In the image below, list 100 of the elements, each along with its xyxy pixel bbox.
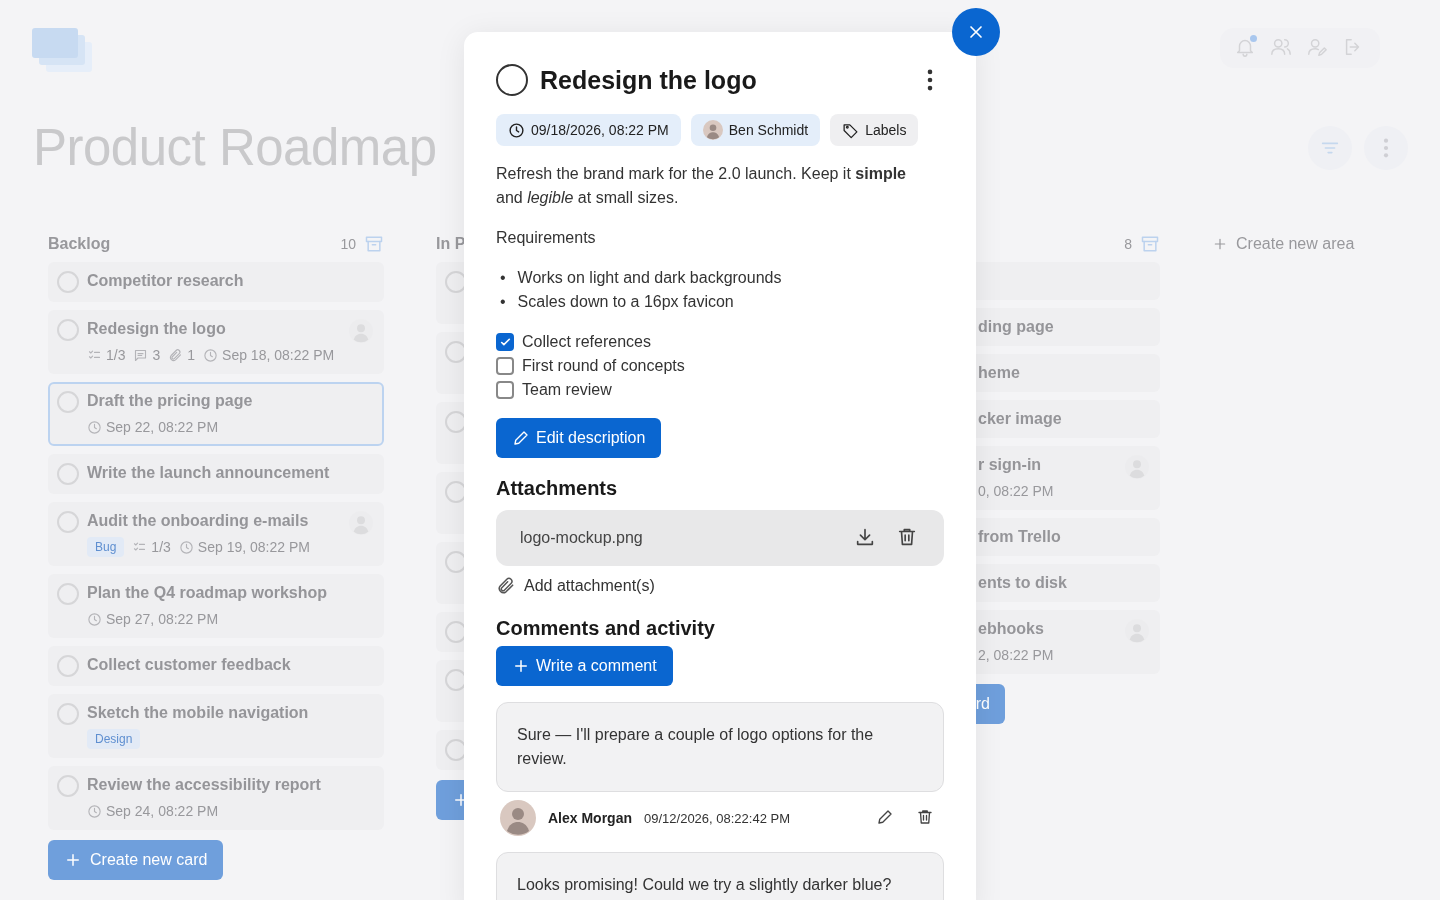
comment-text: Looks promising! Could we try a slightly darker blue? [496, 852, 944, 900]
description: Refresh the brand mark for the 2.0 launch. Keep it simple and legible at small sizes. [496, 164, 907, 208]
clock-icon [87, 611, 102, 627]
attachment-count: 1 [187, 346, 196, 365]
add-attachment-link[interactable]: Add attachment(s) [496, 574, 655, 598]
close-button[interactable] [952, 8, 1000, 56]
card-title: from Trello [978, 527, 1062, 547]
due-date: Sep 24, 08:22 PM [106, 802, 219, 821]
more-icon [926, 69, 934, 91]
paperclip-icon [168, 347, 184, 363]
more-icon [1383, 138, 1389, 158]
tag: Design [87, 729, 141, 749]
clock-icon [178, 539, 194, 555]
task-card[interactable]: Sketch the mobile navigation Design [48, 694, 384, 758]
checklist-item: First round of concepts [522, 357, 685, 375]
list-item: Works on light and dark backgrounds [517, 268, 782, 288]
card-title: cker image [978, 409, 1063, 429]
users-icon [1270, 36, 1292, 58]
card-title: Draft the pricing page [87, 391, 254, 411]
checkbox[interactable] [496, 357, 514, 375]
task-card[interactable]: Audit the onboarding e-mails Bug 1/3 Sep 19, 08:22 PM [48, 502, 384, 566]
download-icon [854, 526, 876, 548]
attachment-row[interactable]: logo-mockup.png [496, 510, 944, 566]
checklist-item: Collect references [522, 333, 651, 351]
section-heading: Comments and activity [496, 616, 716, 641]
clock-icon [87, 419, 102, 435]
card-title: ding page [978, 317, 1055, 337]
plus-icon [64, 851, 82, 869]
card-title: Competitor research [87, 271, 245, 291]
list-item: Scales down to a 16px favicon [517, 292, 734, 312]
due-date: Sep 18, 08:22 PM [222, 346, 335, 365]
clock-icon [508, 121, 525, 139]
card-title: r sign-in [978, 455, 1043, 475]
tag: Bug [87, 537, 125, 557]
card-title: Plan the Q4 roadmap workshop [87, 583, 329, 603]
plus-icon [512, 657, 530, 675]
clock-icon [87, 803, 102, 819]
create-card-button[interactable]: Create new card [48, 840, 224, 880]
task-card[interactable]: Write the launch announcement [48, 454, 384, 494]
due-date: Sep 27, 08:22 PM [106, 610, 219, 629]
pencil-icon [512, 429, 530, 447]
comment-icon [133, 347, 149, 363]
paragraph: Requirements [496, 228, 597, 248]
card-title: heme [978, 363, 1021, 383]
plus-icon [1212, 236, 1228, 252]
comment-text: Sure — I'll prepare a couple of logo options for the review. [496, 702, 944, 792]
edit-description-button[interactable]: Edit description [496, 418, 662, 458]
task-card[interactable]: Draft the pricing page Sep 22, 08:22 PM [48, 382, 384, 446]
task-card[interactable]: Competitor research [48, 262, 384, 302]
file-name: logo-mockup.png [520, 529, 644, 547]
trash-icon [916, 808, 934, 826]
app-logo [32, 28, 94, 74]
card-count: 10 [340, 236, 356, 252]
tag-icon [842, 121, 860, 139]
filter-button[interactable] [1308, 126, 1352, 170]
card-title: ebhooks [978, 619, 1045, 639]
paperclip-icon [496, 576, 516, 596]
pencil-icon [876, 808, 894, 826]
due-date: Sep 19, 08:22 PM [197, 538, 310, 557]
card-title: Sketch the mobile navigation [87, 703, 310, 723]
author-name: Alex Morgan [548, 810, 632, 826]
assignee-chip[interactable]: Ben Schmidt [690, 114, 821, 146]
checkbox[interactable] [496, 333, 514, 351]
write-comment-button[interactable]: Write a comment [496, 646, 673, 686]
bullet: • [500, 268, 506, 288]
task-card[interactable]: Redesign the logo 1/3 3 1 Sep 18, 08:22 PM [48, 310, 384, 374]
due-date: 0, 08:22 PM [978, 482, 1054, 501]
task-card[interactable]: Review the accessibility report Sep 24, 08:22 PM [48, 766, 384, 830]
card-title: ents to disk [978, 573, 1068, 593]
comment-time: 09/12/2026, 08:22:42 PM [644, 810, 792, 826]
column-title: Backlog [48, 235, 111, 253]
comment-count: 3 [152, 346, 161, 365]
avatar [500, 800, 536, 836]
due-date: Sep 22, 08:22 PM [106, 418, 219, 437]
section-heading: Attachments [496, 476, 619, 501]
card-title: Redesign the logo [87, 319, 227, 339]
create-area-button[interactable]: Create new area [1212, 232, 1355, 256]
task-card[interactable]: Collect customer feedback [48, 646, 384, 686]
checklist-item: Team review [522, 381, 612, 399]
card-title: Audit the onboarding e-mails [87, 511, 310, 531]
task-card[interactable]: Plan the Q4 roadmap workshop Sep 27, 08:22 PM [48, 574, 384, 638]
due-date-chip[interactable]: 09/18/2026, 08:22 PM [496, 114, 681, 146]
trash-icon [896, 526, 918, 548]
labels-button[interactable]: Labels [830, 114, 919, 146]
task-title: Redesign the logo [540, 65, 758, 95]
card-title: Review the accessibility report [87, 775, 322, 795]
clock-icon [203, 347, 219, 363]
card-title: Write the launch announcement [87, 463, 331, 483]
archive-icon[interactable] [1140, 234, 1160, 254]
checklist-count: 1/3 [151, 538, 171, 557]
bullet: • [500, 292, 506, 312]
card-title: Collect customer feedback [87, 655, 292, 675]
user-edit-icon [1306, 36, 1328, 58]
checkbox[interactable] [496, 381, 514, 399]
notifications-button[interactable] [1234, 36, 1258, 60]
complete-toggle[interactable] [496, 64, 528, 96]
card-count: 8 [1124, 236, 1132, 252]
more-button[interactable] [926, 69, 934, 91]
archive-icon[interactable] [364, 234, 384, 254]
due-date: 2, 08:22 PM [978, 646, 1054, 665]
